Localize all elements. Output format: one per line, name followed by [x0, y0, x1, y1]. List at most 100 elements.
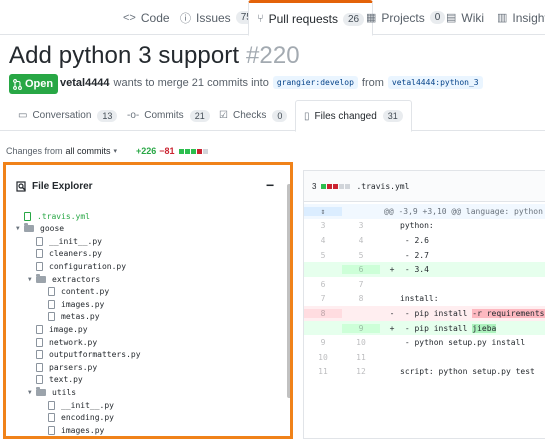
repo-nav-label: Wiki — [461, 10, 485, 25]
code-text: python: — [400, 221, 434, 231]
status-label: Open — [25, 78, 54, 90]
tree-file[interactable]: configuration.py — [36, 260, 126, 272]
tree-file[interactable]: .travis.yml — [24, 210, 90, 222]
projects-counter: 0 — [429, 11, 446, 24]
chevron-down-icon[interactable]: ▼ — [16, 225, 24, 232]
diff-line: 11 12 script: python setup.py test — [304, 365, 545, 380]
tree-file[interactable]: __init__.py — [36, 235, 102, 247]
tree-item-label: goose — [40, 224, 65, 234]
diff-panel: 3 .travis.yml ⇕ @@ -3,9 +3,10 @@ language… — [303, 170, 545, 439]
insights-icon: ▥ — [497, 12, 508, 24]
file-explorer-title: File Explorer — [32, 181, 93, 192]
new-line-number[interactable]: 9 — [342, 323, 380, 333]
tree-file[interactable]: encoding.py — [48, 412, 114, 424]
tree-file[interactable]: images.py — [48, 424, 104, 436]
collapse-button[interactable]: − — [266, 177, 274, 193]
file-icon — [48, 312, 55, 322]
diffstat-blocks — [320, 182, 351, 191]
tree-file[interactable]: outputformatters.py — [36, 349, 141, 361]
new-line-number[interactable]: 3 — [342, 221, 380, 230]
head-branch[interactable]: vetal4444:python_3 — [387, 76, 483, 89]
old-line-number[interactable]: 10 — [304, 353, 342, 362]
deletions-count: −81 — [159, 146, 175, 156]
new-line-number[interactable]: 4 — [342, 236, 380, 245]
new-line-number[interactable]: 8 — [342, 294, 380, 303]
repo-nav-code[interactable]: <> Code — [123, 0, 170, 35]
old-line-number[interactable]: 8 — [304, 308, 342, 318]
merge-text: wants to merge 21 commits into — [113, 76, 269, 89]
tree-file[interactable]: image.py — [36, 323, 88, 335]
tab-files-changed[interactable]: ▯ Files changed 31 — [295, 100, 412, 132]
repo-nav-pull-requests[interactable]: ⑂ Pull requests 26 — [248, 0, 374, 36]
tree-file[interactable]: __init__.py — [48, 399, 114, 411]
new-line-number[interactable]: 10 — [342, 338, 380, 347]
status-badge: Open — [9, 74, 59, 94]
code-text: + - 3.4 — [389, 265, 429, 275]
repo-nav-projects[interactable]: ▦ Projects 0 — [366, 0, 446, 35]
diff-change-count: 3 — [312, 181, 317, 191]
new-line-number[interactable]: 6 — [342, 265, 380, 275]
tree-file[interactable]: content.py — [48, 286, 109, 298]
chevron-down-icon[interactable]: ▼ — [28, 389, 36, 396]
tree-item-label: __init__.py — [49, 236, 102, 246]
tree-folder[interactable]: ▼ goose — [16, 223, 64, 235]
old-line-number[interactable]: 5 — [304, 251, 342, 260]
tree-item-label: .travis.yml — [37, 211, 90, 221]
chevron-down-icon[interactable]: ▼ — [28, 276, 36, 283]
diff-filename[interactable]: .travis.yml — [356, 182, 409, 191]
file-explorer: File Explorer − .travis.yml ▼ goose __init_… — [3, 162, 293, 439]
file-icon — [48, 413, 55, 423]
old-line-number[interactable]: 11 — [304, 367, 342, 376]
new-line-number[interactable]: 5 — [342, 251, 380, 260]
repo-nav-issues[interactable]: ⓘ Issues 75 — [180, 0, 257, 35]
tree-file[interactable]: images.py — [48, 298, 104, 310]
repo-nav-label: Issues — [196, 10, 231, 25]
diffstat-blocks — [178, 146, 208, 156]
old-line-number[interactable]: 4 — [304, 236, 342, 245]
tree-item-label: utils — [52, 387, 77, 397]
tree-item-label: images.py — [61, 425, 105, 435]
tab-checks[interactable]: ☑ Checks 0 — [219, 100, 288, 131]
file-icon — [48, 299, 55, 309]
page-title: Add python 3 support #220 — [9, 42, 300, 70]
scrollbar[interactable] — [287, 184, 290, 398]
tree-file[interactable]: metas.py — [48, 311, 100, 323]
tab-conversation[interactable]: ▭ Conversation 13 — [18, 100, 118, 131]
author-link[interactable]: vetal4444 — [60, 77, 110, 89]
old-line-number[interactable]: 3 — [304, 221, 342, 230]
tree-folder[interactable]: ▼ utils — [28, 386, 76, 398]
repo-nav-insights[interactable]: ▥ Insights — [497, 0, 545, 35]
file-icon — [48, 425, 55, 435]
diff-hunk-header: ⇕ @@ -3,9 +3,10 @@ language: python — [304, 204, 545, 219]
pr-open-icon — [13, 78, 22, 90]
pull-requests-counter: 26 — [342, 12, 365, 26]
tab-commits[interactable]: -o- Commits 21 — [127, 100, 210, 131]
new-line-number[interactable]: 11 — [342, 353, 380, 362]
file-icon — [36, 249, 43, 259]
repo-nav-wiki[interactable]: ▤ Wiki — [446, 0, 484, 35]
new-line-number[interactable]: 7 — [342, 280, 380, 289]
new-line-number[interactable]: 12 — [342, 367, 380, 376]
file-icon — [48, 287, 55, 297]
old-line-number[interactable]: 7 — [304, 294, 342, 303]
tree-item-label: metas.py — [61, 312, 100, 322]
tab-label: Checks — [232, 110, 267, 121]
old-line-number[interactable]: 6 — [304, 280, 342, 289]
tree-file[interactable]: text.py — [36, 374, 83, 386]
unfold-icon[interactable]: ⇕ — [304, 206, 342, 216]
tree-file[interactable]: network.py — [36, 336, 97, 348]
old-line-number[interactable]: 9 — [304, 338, 342, 347]
code-text: - python setup.py install — [400, 338, 526, 348]
base-branch[interactable]: grangier:develop — [272, 76, 358, 89]
changes-selector[interactable]: Changes from all commits ▾ — [6, 146, 117, 156]
tab-counter: 0 — [272, 109, 288, 122]
tree-file[interactable]: cleaners.py — [36, 248, 102, 260]
projects-icon: ▦ — [366, 12, 377, 24]
tree-folder[interactable]: ▼ extractors — [28, 273, 100, 285]
tree-item-label: network.py — [49, 337, 98, 347]
file-icon — [36, 324, 43, 334]
file-icon — [36, 375, 43, 385]
tree-file[interactable]: parsers.py — [36, 361, 97, 373]
repo-nav-label: Insights — [512, 10, 545, 25]
